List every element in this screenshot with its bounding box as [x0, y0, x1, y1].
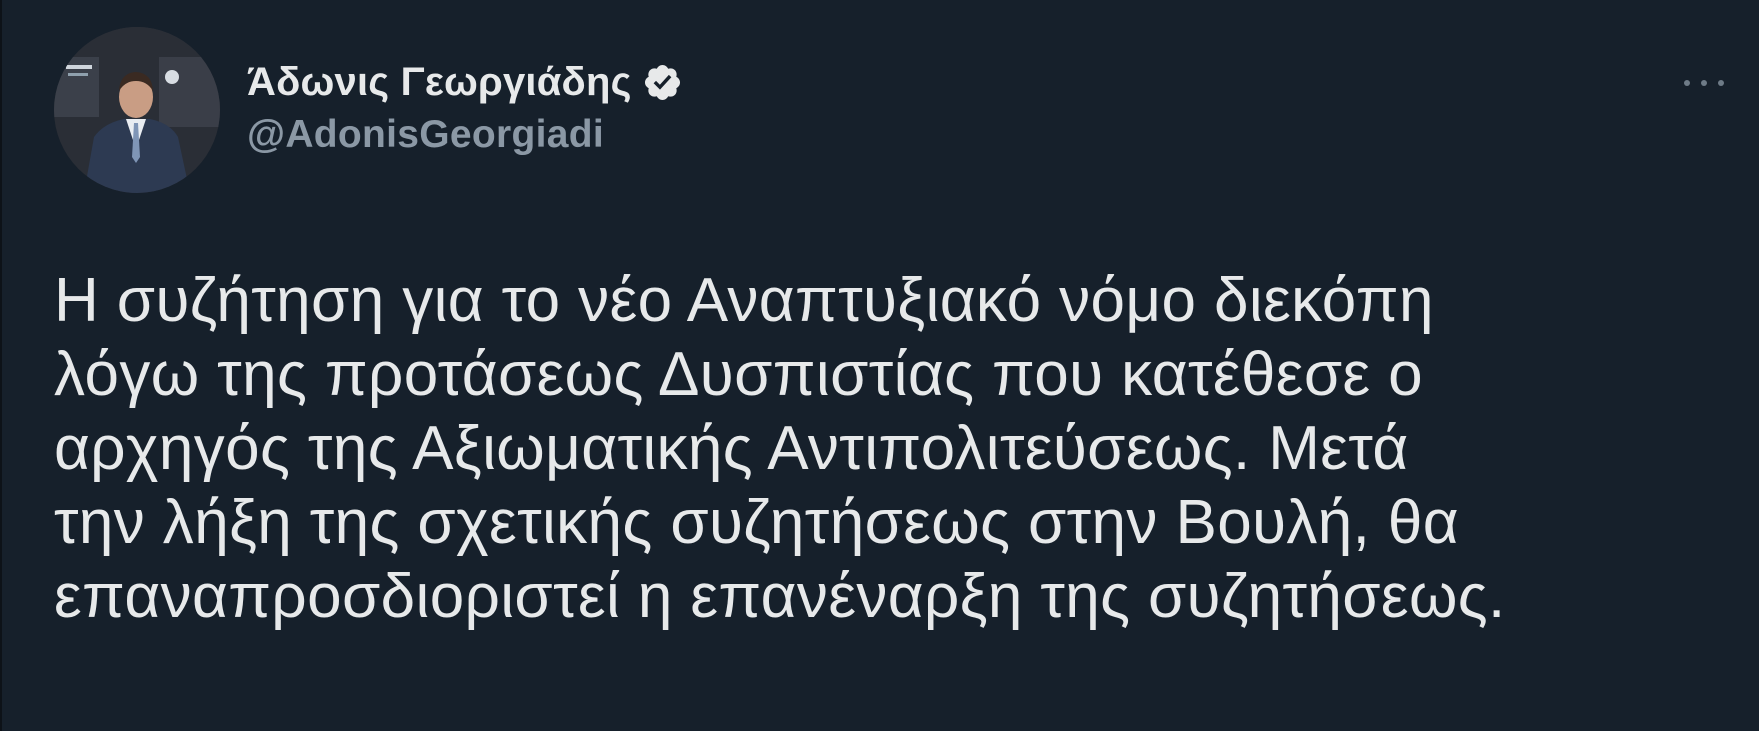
tweet-text-line: Η συζήτηση για το νέο Αναπτυξιακό νόμο δ…: [54, 266, 1434, 335]
tweet-text-line: λόγω της προτάσεως Δυσπιστίας που κατέθε…: [54, 340, 1424, 409]
dot: [1684, 80, 1690, 86]
avatar[interactable]: [54, 27, 220, 193]
tweet-text-line: επαναπροσδιοριστεί η επανέναρξη της συζη…: [54, 562, 1506, 631]
display-name[interactable]: Άδωνις Γεωργιάδης: [247, 60, 632, 105]
profile-photo-icon: [54, 27, 220, 193]
verified-badge-icon: [642, 62, 683, 103]
dot: [1718, 80, 1724, 86]
tweet-text: Η συζήτηση για το νέο Αναπτυξιακό νόμο δ…: [54, 264, 1714, 634]
tweet-card: Άδωνις Γεωργιάδης @AdonisGeorgiadi Η συζ…: [0, 0, 1759, 731]
author-line: Άδωνις Γεωργιάδης: [247, 57, 683, 107]
user-handle[interactable]: @AdonisGeorgiadi: [247, 113, 604, 157]
divider: [0, 0, 2, 731]
tweet-text-line: αρχηγός της Αξιωματικής Αντιπολιτεύσεως.…: [54, 414, 1409, 483]
tweet-text-line: την λήξη της σχετικής συζητήσεως στην Βο…: [54, 488, 1460, 557]
more-options-icon[interactable]: [1684, 70, 1724, 96]
dot: [1701, 80, 1707, 86]
